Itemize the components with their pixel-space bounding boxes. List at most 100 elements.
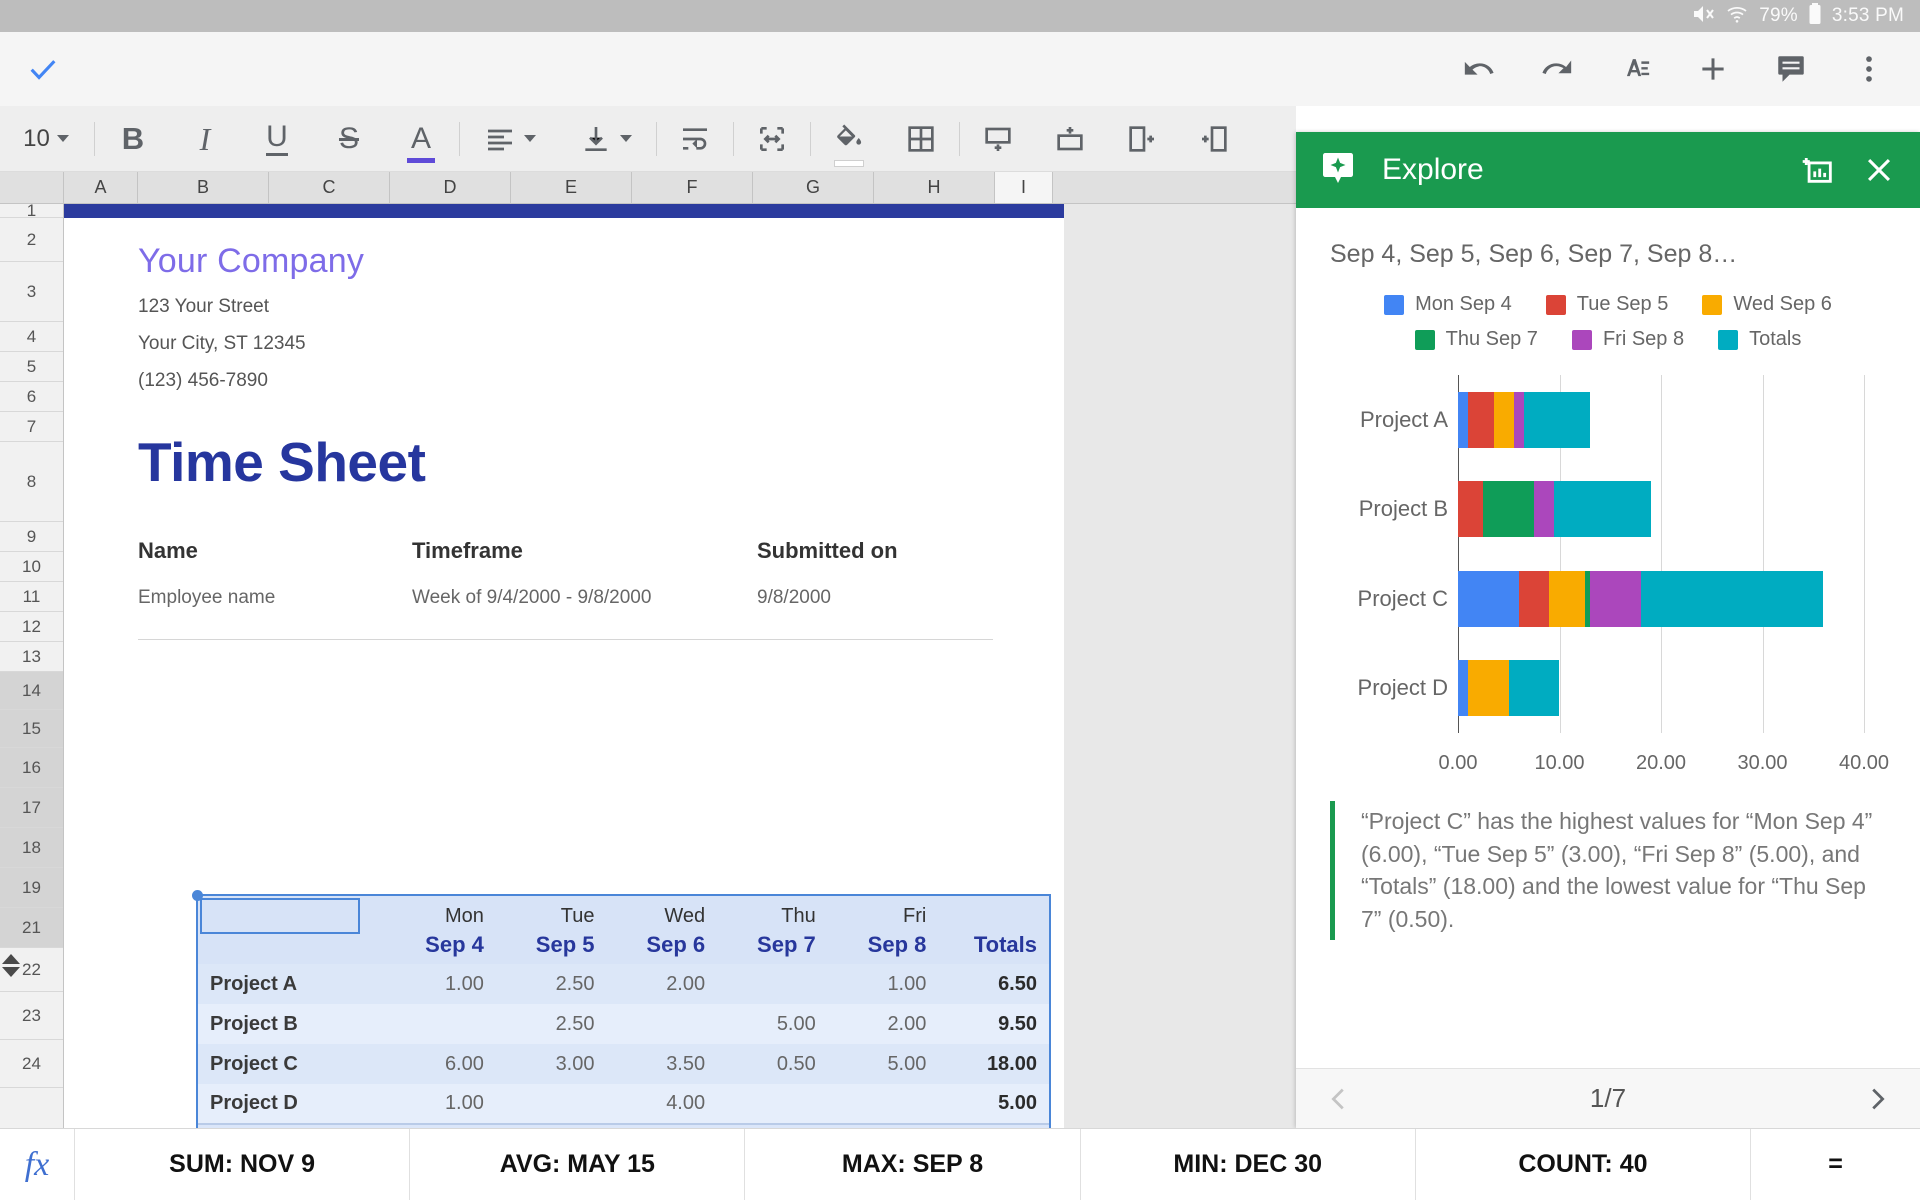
- cell-value[interactable]: [496, 1084, 607, 1124]
- cell-value[interactable]: 3.50: [607, 1044, 718, 1084]
- column-header-c[interactable]: C: [269, 172, 390, 203]
- insert-chart-icon[interactable]: [1802, 153, 1836, 187]
- row-header-8[interactable]: 8: [0, 442, 63, 522]
- row-collapse-arrows[interactable]: [2, 951, 22, 980]
- column-header-e[interactable]: E: [511, 172, 632, 203]
- row-header-21[interactable]: 21: [0, 908, 63, 948]
- select-all-corner[interactable]: [0, 172, 64, 203]
- cell-value[interactable]: [607, 1004, 718, 1044]
- timesheet-table[interactable]: MonTueWedThuFriSep 4Sep 5Sep 6Sep 7Sep 8…: [196, 894, 1051, 1128]
- spreadsheet-grid[interactable]: ABCDEFGHI 123456789101112131415161718192…: [0, 172, 1296, 1128]
- row-header-4[interactable]: 4: [0, 322, 63, 352]
- column-header-i[interactable]: I: [995, 172, 1053, 203]
- stat-avg[interactable]: AVG: MAY 15: [409, 1129, 744, 1200]
- row-header-24[interactable]: 24: [0, 1040, 63, 1088]
- cell-value[interactable]: 2.50: [496, 1004, 607, 1044]
- selected-cell[interactable]: [200, 898, 360, 934]
- cell-value[interactable]: 3.00: [496, 1044, 607, 1084]
- chart-card[interactable]: Sep 4, Sep 5, Sep 6, Sep 7, Sep 8… Mon S…: [1296, 208, 1920, 775]
- cell-value[interactable]: 2.00: [607, 964, 718, 1004]
- cell-value[interactable]: 2.50: [496, 964, 607, 1004]
- insert-button[interactable]: [1696, 52, 1730, 86]
- cell-value[interactable]: [717, 964, 828, 1004]
- cell-value[interactable]: 0.50: [717, 1044, 828, 1084]
- row-header-18[interactable]: 18: [0, 828, 63, 868]
- row-header-23[interactable]: 23: [0, 992, 63, 1040]
- accept-checkmark-icon[interactable]: [26, 52, 60, 86]
- equals-button[interactable]: =: [1750, 1129, 1920, 1200]
- column-header-g[interactable]: G: [753, 172, 874, 203]
- column-header-d[interactable]: D: [390, 172, 511, 203]
- undo-button[interactable]: [1462, 52, 1496, 86]
- column-header-a[interactable]: A: [64, 172, 138, 203]
- table-row[interactable]: Project A1.002.502.001.006.50: [198, 964, 1049, 1004]
- redo-button[interactable]: [1540, 52, 1574, 86]
- column-header-f[interactable]: F: [632, 172, 753, 203]
- comment-button[interactable]: [1774, 52, 1808, 86]
- row-header-14[interactable]: 14: [0, 672, 63, 710]
- cell-value[interactable]: 6.00: [385, 1044, 496, 1084]
- scroll-down-icon[interactable]: [2, 967, 20, 977]
- row-header-7[interactable]: 7: [0, 412, 63, 442]
- text-format-button[interactable]: [1618, 52, 1652, 86]
- row-header-2[interactable]: 2: [0, 218, 63, 262]
- row-header-15[interactable]: 15: [0, 710, 63, 748]
- row-header-10[interactable]: 10: [0, 552, 63, 582]
- table-row[interactable]: Project C6.003.003.500.505.0018.00: [198, 1044, 1049, 1084]
- underline-button[interactable]: U: [241, 106, 313, 172]
- font-size-selector[interactable]: 10: [0, 106, 92, 172]
- cell-value[interactable]: [717, 1084, 828, 1124]
- cell-value[interactable]: 5.00: [717, 1004, 828, 1044]
- sheet-canvas[interactable]: Your Company 123 Your Street Your City, …: [64, 204, 1296, 1128]
- function-icon[interactable]: fx: [0, 1146, 74, 1184]
- table-row[interactable]: Project B2.505.002.009.50: [198, 1004, 1049, 1044]
- row-header-17[interactable]: 17: [0, 788, 63, 828]
- toolbar-divider: [459, 122, 460, 156]
- table-row[interactable]: Project D1.004.005.00: [198, 1084, 1049, 1124]
- selection-handle-start[interactable]: [192, 890, 203, 901]
- vertical-align-button[interactable]: [558, 106, 654, 172]
- horizontal-align-button[interactable]: [462, 106, 558, 172]
- cell-value[interactable]: 1.00: [828, 964, 939, 1004]
- chevron-right-icon[interactable]: [1860, 1082, 1894, 1116]
- wrap-text-button[interactable]: [659, 106, 731, 172]
- column-header-b[interactable]: B: [138, 172, 269, 203]
- strikethrough-button[interactable]: S: [313, 106, 385, 172]
- stat-min[interactable]: MIN: DEC 30: [1080, 1129, 1415, 1200]
- borders-button[interactable]: [885, 106, 957, 172]
- cell-value[interactable]: 4.00: [607, 1084, 718, 1124]
- close-icon[interactable]: [1862, 153, 1896, 187]
- text-color-button[interactable]: A: [385, 106, 457, 172]
- overflow-menu-button[interactable]: [1852, 52, 1886, 86]
- row-header-12[interactable]: 12: [0, 612, 63, 642]
- fill-color-button[interactable]: [813, 106, 885, 172]
- row-header-19[interactable]: 19: [0, 868, 63, 908]
- row-header-5[interactable]: 5: [0, 352, 63, 382]
- stat-count[interactable]: COUNT: 40: [1415, 1129, 1750, 1200]
- row-header-16[interactable]: 16: [0, 748, 63, 788]
- insert-column-right-button[interactable]: [1106, 106, 1178, 172]
- bold-button[interactable]: B: [97, 106, 169, 172]
- cell-value[interactable]: 2.00: [828, 1004, 939, 1044]
- stat-max[interactable]: MAX: SEP 8: [744, 1129, 1079, 1200]
- stat-sum[interactable]: SUM: NOV 9: [74, 1129, 409, 1200]
- row-header-13[interactable]: 13: [0, 642, 63, 672]
- cell-value[interactable]: 1.00: [385, 1084, 496, 1124]
- row-header-1[interactable]: 1: [0, 204, 63, 218]
- row-header-9[interactable]: 9: [0, 522, 63, 552]
- cell-value[interactable]: [828, 1084, 939, 1124]
- merge-cells-button[interactable]: [736, 106, 808, 172]
- row-header-3[interactable]: 3: [0, 262, 63, 322]
- italic-button[interactable]: I: [169, 106, 241, 172]
- insert-row-above-button[interactable]: [1034, 106, 1106, 172]
- insert-column-left-button[interactable]: [1178, 106, 1250, 172]
- cell-value[interactable]: 1.00: [385, 964, 496, 1004]
- column-header-h[interactable]: H: [874, 172, 995, 203]
- chevron-left-icon[interactable]: [1322, 1082, 1356, 1116]
- scroll-up-icon[interactable]: [2, 954, 20, 964]
- row-header-11[interactable]: 11: [0, 582, 63, 612]
- row-header-6[interactable]: 6: [0, 382, 63, 412]
- insert-row-below-button[interactable]: [962, 106, 1034, 172]
- cell-value[interactable]: [385, 1004, 496, 1044]
- cell-value[interactable]: 5.00: [828, 1044, 939, 1084]
